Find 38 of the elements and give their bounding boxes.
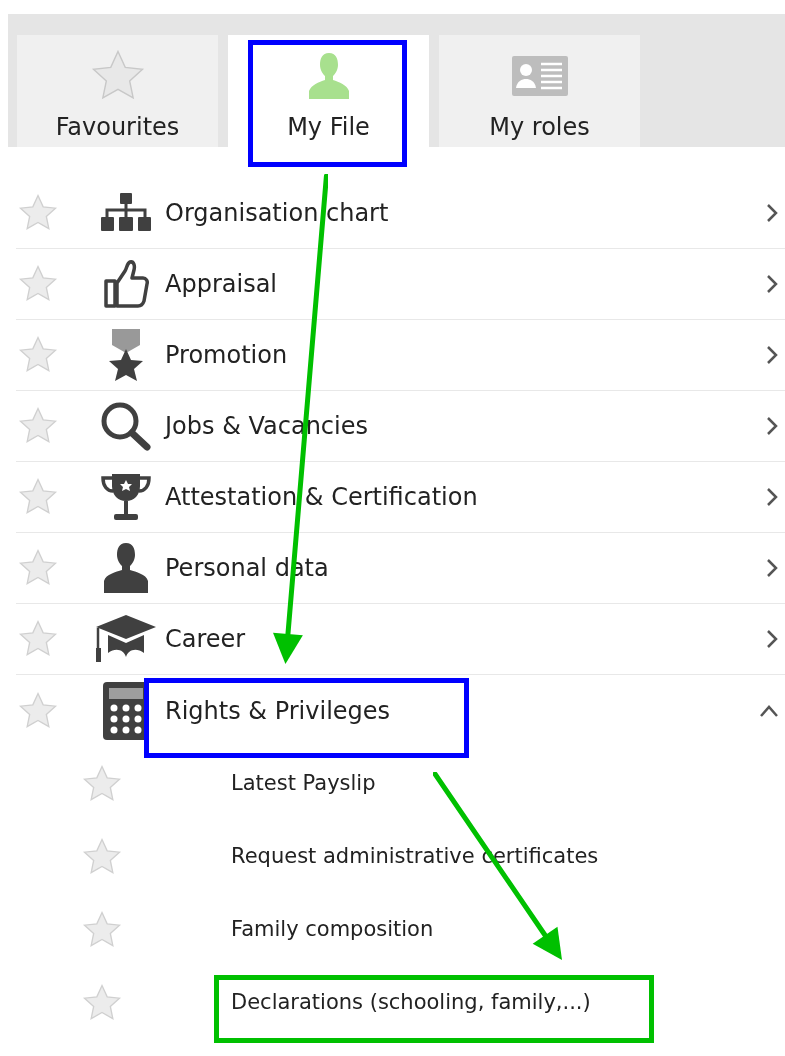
graduation-cap-icon [95, 615, 157, 663]
menu-item[interactable]: Organisation chart [165, 195, 389, 231]
search-icon [100, 401, 152, 451]
star-icon[interactable] [82, 909, 122, 950]
menu-item[interactable]: Promotion [165, 337, 288, 373]
chevron-up-icon[interactable] [759, 704, 779, 718]
star-icon[interactable] [82, 836, 122, 877]
star-icon[interactable] [18, 406, 58, 446]
chevron-right-icon[interactable] [765, 558, 779, 578]
submenu-item[interactable]: Latest Payslip [231, 767, 376, 800]
star-icon[interactable] [82, 982, 122, 1023]
chevron-right-icon[interactable] [765, 274, 779, 294]
star-icon[interactable] [18, 691, 58, 731]
star-icon[interactable] [18, 264, 58, 304]
star-icon[interactable] [18, 619, 58, 659]
menu-item[interactable]: Appraisal [165, 266, 277, 302]
chevron-right-icon[interactable] [765, 203, 779, 223]
menu-item[interactable]: Rights & Privileges [165, 693, 391, 729]
chevron-right-icon[interactable] [765, 416, 779, 436]
id-card-icon [511, 56, 568, 96]
tab[interactable]: Favourites [17, 35, 218, 147]
star-icon[interactable] [18, 477, 58, 517]
star-icon[interactable] [82, 763, 122, 804]
star-icon[interactable] [18, 193, 58, 233]
menu-item[interactable]: Attestation & Certification [165, 479, 478, 515]
org-chart-icon [100, 193, 152, 233]
chevron-right-icon[interactable] [765, 629, 779, 649]
tab[interactable]: My roles [439, 35, 640, 147]
chevron-right-icon[interactable] [765, 345, 779, 365]
tab[interactable]: My File [228, 35, 429, 147]
chevron-right-icon[interactable] [765, 487, 779, 507]
star-icon[interactable] [18, 548, 58, 588]
trophy-icon [100, 472, 152, 522]
star-icon[interactable] [18, 335, 58, 375]
submenu-item[interactable]: Declarations (schooling, family,...) [231, 986, 591, 1019]
submenu-item[interactable]: Family composition [231, 913, 434, 946]
menu-item[interactable]: Career [165, 621, 246, 657]
thumbs-up-icon [103, 259, 149, 309]
